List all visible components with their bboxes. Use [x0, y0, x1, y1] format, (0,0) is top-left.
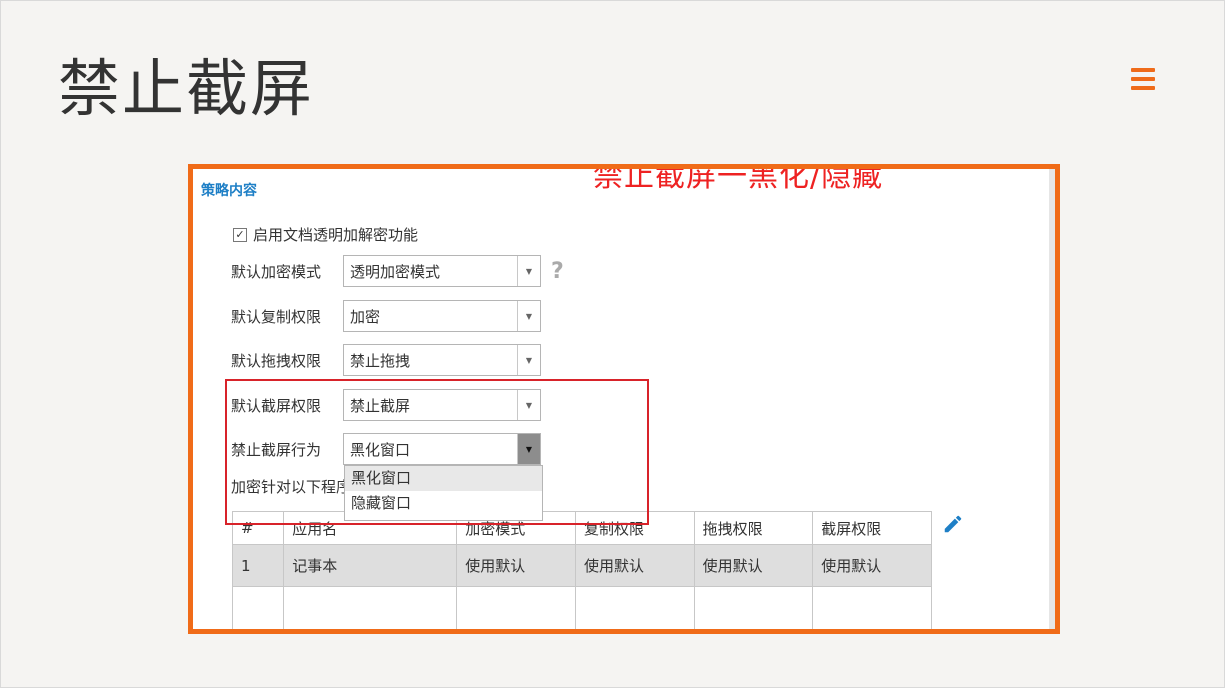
column-header[interactable]: 拖拽权限	[693, 511, 814, 545]
select-value: 加密	[350, 307, 381, 326]
enable-encryption-label: 启用文档透明加解密功能	[253, 226, 419, 244]
field-drag-permission: 默认拖拽权限 禁止拖拽 ▼	[231, 344, 541, 376]
enable-encryption-checkbox[interactable]: ✓	[233, 227, 247, 242]
app-table: # 应用名 加密模式 复制权限 拖拽权限 截屏权限 1 记事本 使用默认 使用默…	[231, 511, 932, 629]
table-cell: 使用默认	[456, 544, 576, 587]
select-value: 透明加密模式	[350, 262, 441, 281]
table-empty-row	[231, 586, 932, 629]
copy-permission-select[interactable]: 加密 ▼	[343, 300, 541, 332]
table-cell: 使用默认	[693, 544, 814, 587]
policy-screenshot: 禁止截屏一黑化/隐藏 策略内容 ✓ 启用文档透明加解密功能 默认加密模式 透明加…	[188, 164, 1060, 634]
page-title: 禁止截屏	[58, 52, 315, 125]
table-header-row: # 应用名 加密模式 复制权限 拖拽权限 截屏权限	[231, 511, 932, 545]
select-value: 黑化窗口	[350, 440, 411, 459]
field-label: 默认复制权限	[231, 307, 322, 326]
chevron-down-icon[interactable]: ▼	[517, 345, 540, 375]
select-value: 禁止拖拽	[350, 351, 411, 370]
encrypt-programs-label: 加密针对以下程序	[231, 478, 352, 496]
chevron-down-icon[interactable]: ▼	[517, 390, 540, 420]
column-header[interactable]: 截屏权限	[812, 511, 932, 545]
table-row[interactable]: 1 记事本 使用默认 使用默认 使用默认 使用默认	[231, 544, 932, 587]
table-cell: 使用默认	[812, 544, 932, 587]
drag-permission-select[interactable]: 禁止拖拽 ▼	[343, 344, 541, 376]
screenshot-behavior-select[interactable]: 黑化窗口 ▼	[343, 433, 541, 465]
select-value: 禁止截屏	[350, 396, 411, 415]
pencil-edit-icon[interactable]	[942, 513, 964, 535]
section-title: 策略内容	[201, 183, 257, 199]
field-screenshot-permission: 默认截屏权限 禁止截屏 ▼	[231, 389, 541, 421]
screenshot-permission-select[interactable]: 禁止截屏 ▼	[343, 389, 541, 421]
scrollbar-strip	[1049, 169, 1055, 629]
field-label: 禁止截屏行为	[231, 440, 322, 459]
field-screenshot-behavior: 禁止截屏行为 黑化窗口 ▼	[231, 433, 541, 465]
question-mark-icon[interactable]: ?	[551, 259, 564, 284]
hamburger-menu-icon[interactable]	[1131, 68, 1155, 90]
chevron-down-icon[interactable]: ▼	[517, 256, 540, 286]
table-cell: 使用默认	[574, 544, 695, 587]
encrypt-mode-select[interactable]: 透明加密模式 ▼	[343, 255, 541, 287]
chevron-down-icon[interactable]: ▼	[517, 301, 540, 331]
annotation-overlay-text: 禁止截屏一黑化/隐藏	[593, 164, 884, 194]
table-cell: 记事本	[283, 544, 458, 587]
dropdown-option-hide[interactable]: 隐藏窗口	[345, 491, 542, 516]
field-label: 默认加密模式	[231, 262, 322, 281]
field-label: 默认截屏权限	[231, 396, 322, 415]
field-encrypt-mode: 默认加密模式 透明加密模式 ▼ ?	[231, 255, 564, 287]
chevron-down-icon[interactable]: ▼	[517, 434, 540, 464]
column-header[interactable]: 复制权限	[574, 511, 695, 545]
table-cell: 1	[231, 544, 285, 587]
field-label: 默认拖拽权限	[231, 351, 322, 370]
enable-encryption-row: ✓ 启用文档透明加解密功能	[233, 224, 418, 245]
screenshot-behavior-dropdown: 黑化窗口 隐藏窗口	[344, 465, 543, 521]
column-header[interactable]: #	[231, 511, 285, 545]
dropdown-option-blacken[interactable]: 黑化窗口	[345, 466, 542, 491]
field-copy-permission: 默认复制权限 加密 ▼	[231, 300, 541, 332]
